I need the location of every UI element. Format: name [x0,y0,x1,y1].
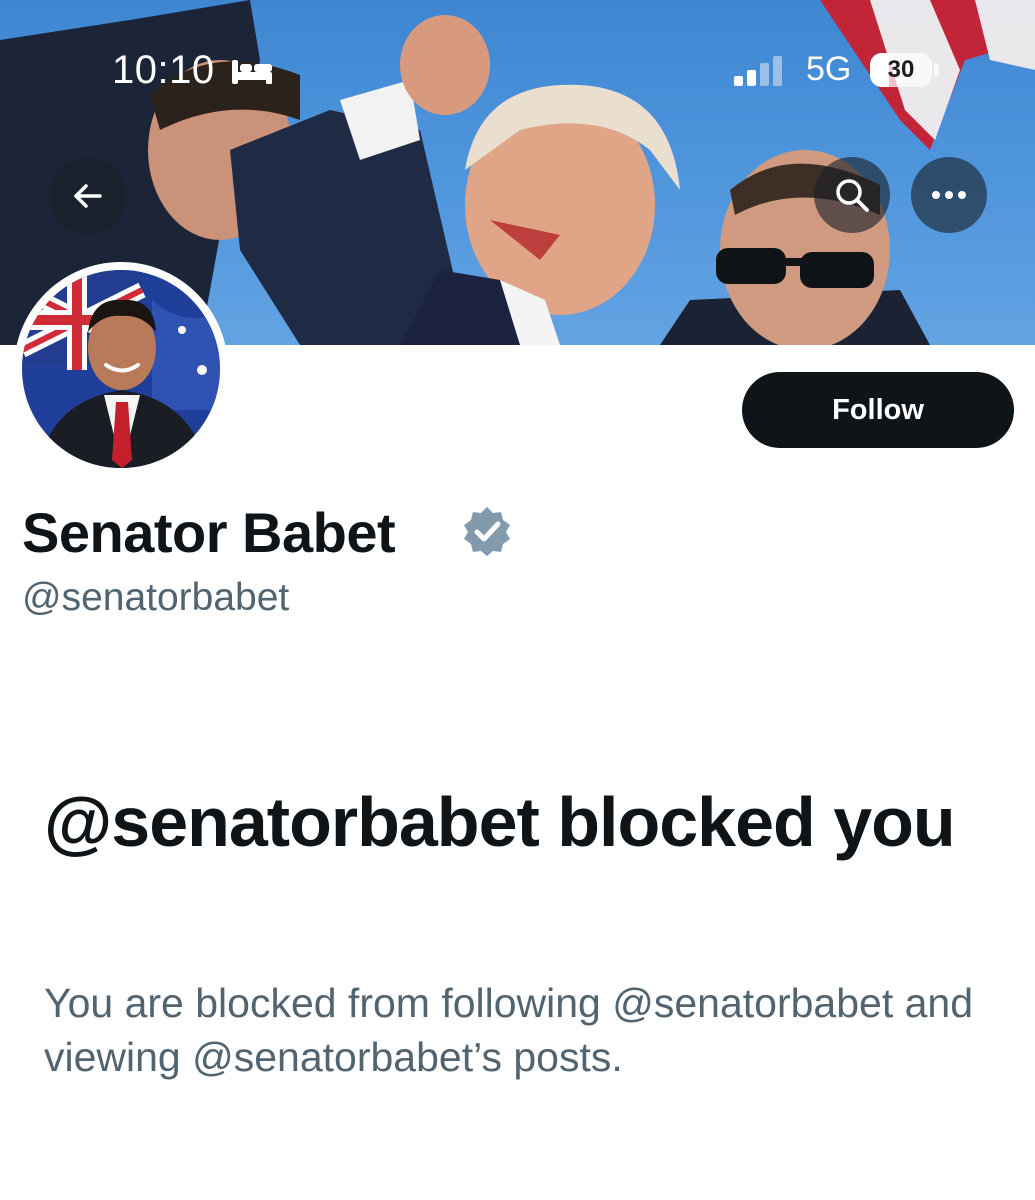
bed-icon [232,60,272,84]
blocked-description: You are blocked from following @senatorb… [44,980,974,1080]
search-icon [836,179,869,212]
ellipsis-icon [932,191,966,199]
cellular-signal-icon [734,56,782,86]
battery-percent: 30 [887,56,915,83]
battery-tip [934,63,939,77]
more-options-button[interactable] [911,157,987,233]
verified-badge-icon [464,507,510,556]
profile-avatar[interactable] [14,262,228,476]
avatar-photo [22,270,220,468]
arrow-left-icon [74,184,102,208]
battery-indicator: 30 [870,53,932,87]
search-button[interactable] [814,157,890,233]
profile-display-name: Senator Babet [22,501,396,564]
profile-handle: @senatorbabet [22,576,290,619]
blocked-title: @senatorbabet blocked you [44,783,956,861]
back-button[interactable] [50,158,126,234]
status-time: 10:10 [112,48,215,92]
network-type: 5G [806,50,852,88]
follow-button[interactable]: Follow [742,372,1014,448]
